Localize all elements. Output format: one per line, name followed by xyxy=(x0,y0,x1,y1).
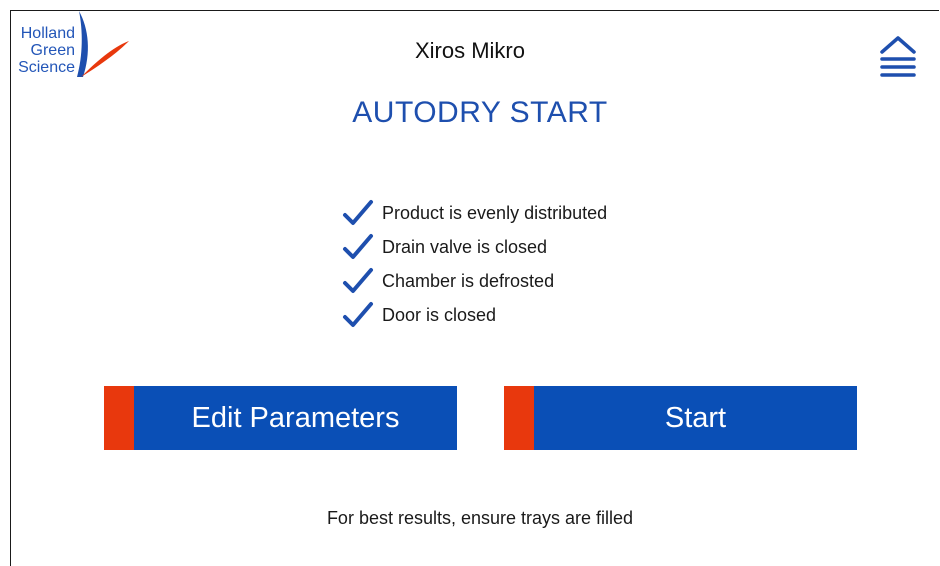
checklist-item-label: Drain valve is closed xyxy=(382,236,548,257)
footer-note: For best results, ensure trays are fille… xyxy=(326,508,634,528)
checkmark-icon xyxy=(343,268,373,293)
edit-parameters-label: Edit Parameters xyxy=(191,401,400,434)
checkmark-icon xyxy=(343,234,373,259)
start-button[interactable]: Start xyxy=(504,386,857,450)
prestart-checklist: Product is evenly distributed Drain valv… xyxy=(342,196,607,332)
start-label: Start xyxy=(664,401,727,434)
button-accent-bar xyxy=(504,386,534,450)
checklist-item: Drain valve is closed xyxy=(342,230,607,264)
page-title: AUTODRY START xyxy=(352,96,608,129)
checkmark-icon xyxy=(343,302,373,327)
checklist-item: Product is evenly distributed xyxy=(342,196,607,230)
checklist-item-label: Chamber is defrosted xyxy=(382,270,555,291)
checkmark-icon xyxy=(343,200,373,225)
checklist-item-label: Door is closed xyxy=(382,304,497,325)
checklist-item: Door is closed xyxy=(342,298,607,332)
checklist-item-label: Product is evenly distributed xyxy=(382,202,608,223)
checklist-item: Chamber is defrosted xyxy=(342,264,607,298)
edit-parameters-button[interactable]: Edit Parameters xyxy=(104,386,457,450)
app-title: Xiros Mikro xyxy=(414,38,525,63)
button-accent-bar xyxy=(104,386,134,450)
home-menu-icon xyxy=(880,36,916,77)
home-menu-button[interactable] xyxy=(878,34,918,80)
